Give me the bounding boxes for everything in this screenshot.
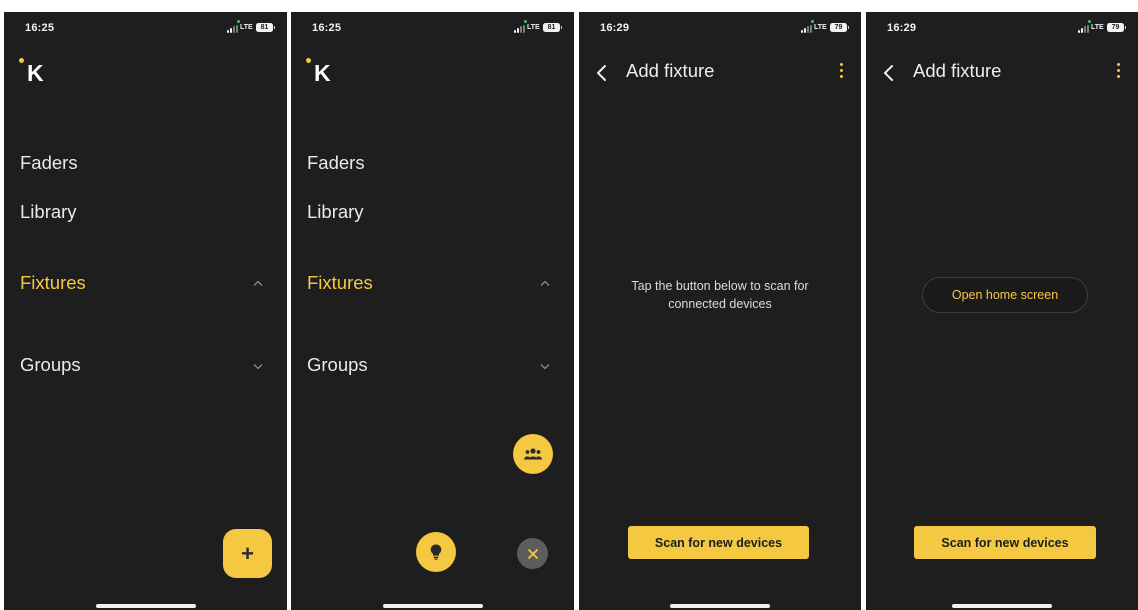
more-vert-icon[interactable] <box>838 62 844 80</box>
menu-item-faders[interactable]: Faders <box>20 152 78 174</box>
home-indicator <box>382 604 483 608</box>
menu-item-fixtures[interactable]: Fixtures <box>307 272 373 294</box>
close-icon <box>527 548 538 559</box>
status-time: 16:25 <box>312 22 342 34</box>
status-time: 16:29 <box>600 22 630 34</box>
home-indicator <box>670 604 770 608</box>
logo-dot <box>306 58 311 63</box>
logo-dot <box>19 58 24 63</box>
network-type: LTE <box>240 24 253 31</box>
menu-item-faders[interactable]: Faders <box>307 152 365 174</box>
close-fab-button[interactable] <box>517 538 548 569</box>
add-group-fab-button[interactable] <box>513 434 553 474</box>
network-type: LTE <box>814 24 827 31</box>
phone-screen-menu: 16:25 LTE 81 K Faders Library Fixtures G… <box>4 12 287 610</box>
back-arrow-icon[interactable] <box>882 64 896 82</box>
battery-icon: 79 <box>1107 23 1126 32</box>
status-indicators: LTE 79 <box>1078 20 1128 34</box>
menu-item-library[interactable]: Library <box>307 201 364 223</box>
menu-item-library[interactable]: Library <box>20 201 77 223</box>
scan-for-new-devices-button[interactable]: Scan for new devices <box>914 526 1096 559</box>
menu-item-groups[interactable]: Groups <box>307 354 368 376</box>
more-vert-icon[interactable] <box>1115 62 1121 80</box>
battery-icon: 81 <box>256 23 275 32</box>
status-indicators: LTE 81 <box>227 20 277 34</box>
back-arrow-icon[interactable] <box>595 64 609 82</box>
group-icon <box>524 448 542 460</box>
signal-icon <box>514 25 528 33</box>
menu-item-fixtures[interactable]: Fixtures <box>20 272 86 294</box>
home-indicator <box>95 604 196 608</box>
menu-item-groups[interactable]: Groups <box>20 354 81 376</box>
battery-icon: 79 <box>830 23 849 32</box>
chevron-up-icon[interactable] <box>540 280 550 287</box>
status-indicators: LTE 81 <box>514 20 564 34</box>
logo-letter: K <box>27 60 44 86</box>
app-logo[interactable]: K <box>19 58 59 90</box>
add-fixture-fab-button[interactable] <box>416 532 456 572</box>
battery-icon: 81 <box>543 23 562 32</box>
chevron-down-icon[interactable] <box>540 363 550 370</box>
signal-icon <box>801 25 815 33</box>
home-indicator <box>952 604 1052 608</box>
app-logo[interactable]: K <box>306 58 346 90</box>
page-title: Add fixture <box>626 60 715 81</box>
phone-screen-menu-fab-open: 16:25 LTE 81 K Faders Library Fixtures G… <box>291 12 574 610</box>
network-type: LTE <box>527 24 540 31</box>
network-activity-dot <box>1088 20 1091 23</box>
status-time: 16:25 <box>25 22 55 34</box>
signal-icon <box>227 25 241 33</box>
status-indicators: LTE 79 <box>801 20 851 34</box>
open-home-screen-button[interactable]: Open home screen <box>922 277 1088 313</box>
logo-letter: K <box>314 60 331 86</box>
network-type: LTE <box>1091 24 1104 31</box>
add-fab-button[interactable]: + <box>223 529 272 578</box>
chevron-down-icon[interactable] <box>253 363 263 370</box>
scan-hint-line-1: Tap the button below to scan for <box>631 279 809 293</box>
scan-hint-line-2: connected devices <box>668 297 772 311</box>
phone-screen-add-fixture-alt: 16:29 LTE 79 Add fixture Open home scree… <box>866 12 1138 610</box>
status-time: 16:29 <box>887 22 917 34</box>
network-activity-dot <box>237 20 240 23</box>
scan-hint-text: Tap the button below to scan for connect… <box>579 277 861 313</box>
page-title: Add fixture <box>913 60 1002 81</box>
signal-icon <box>1078 25 1092 33</box>
network-activity-dot <box>524 20 527 23</box>
network-activity-dot <box>811 20 814 23</box>
phone-screen-add-fixture: 16:29 LTE 79 Add fixture Tap the button … <box>579 12 861 610</box>
chevron-up-icon[interactable] <box>253 280 263 287</box>
lightbulb-icon <box>430 544 442 560</box>
scan-for-new-devices-button[interactable]: Scan for new devices <box>628 526 809 559</box>
plus-icon: + <box>241 540 254 566</box>
